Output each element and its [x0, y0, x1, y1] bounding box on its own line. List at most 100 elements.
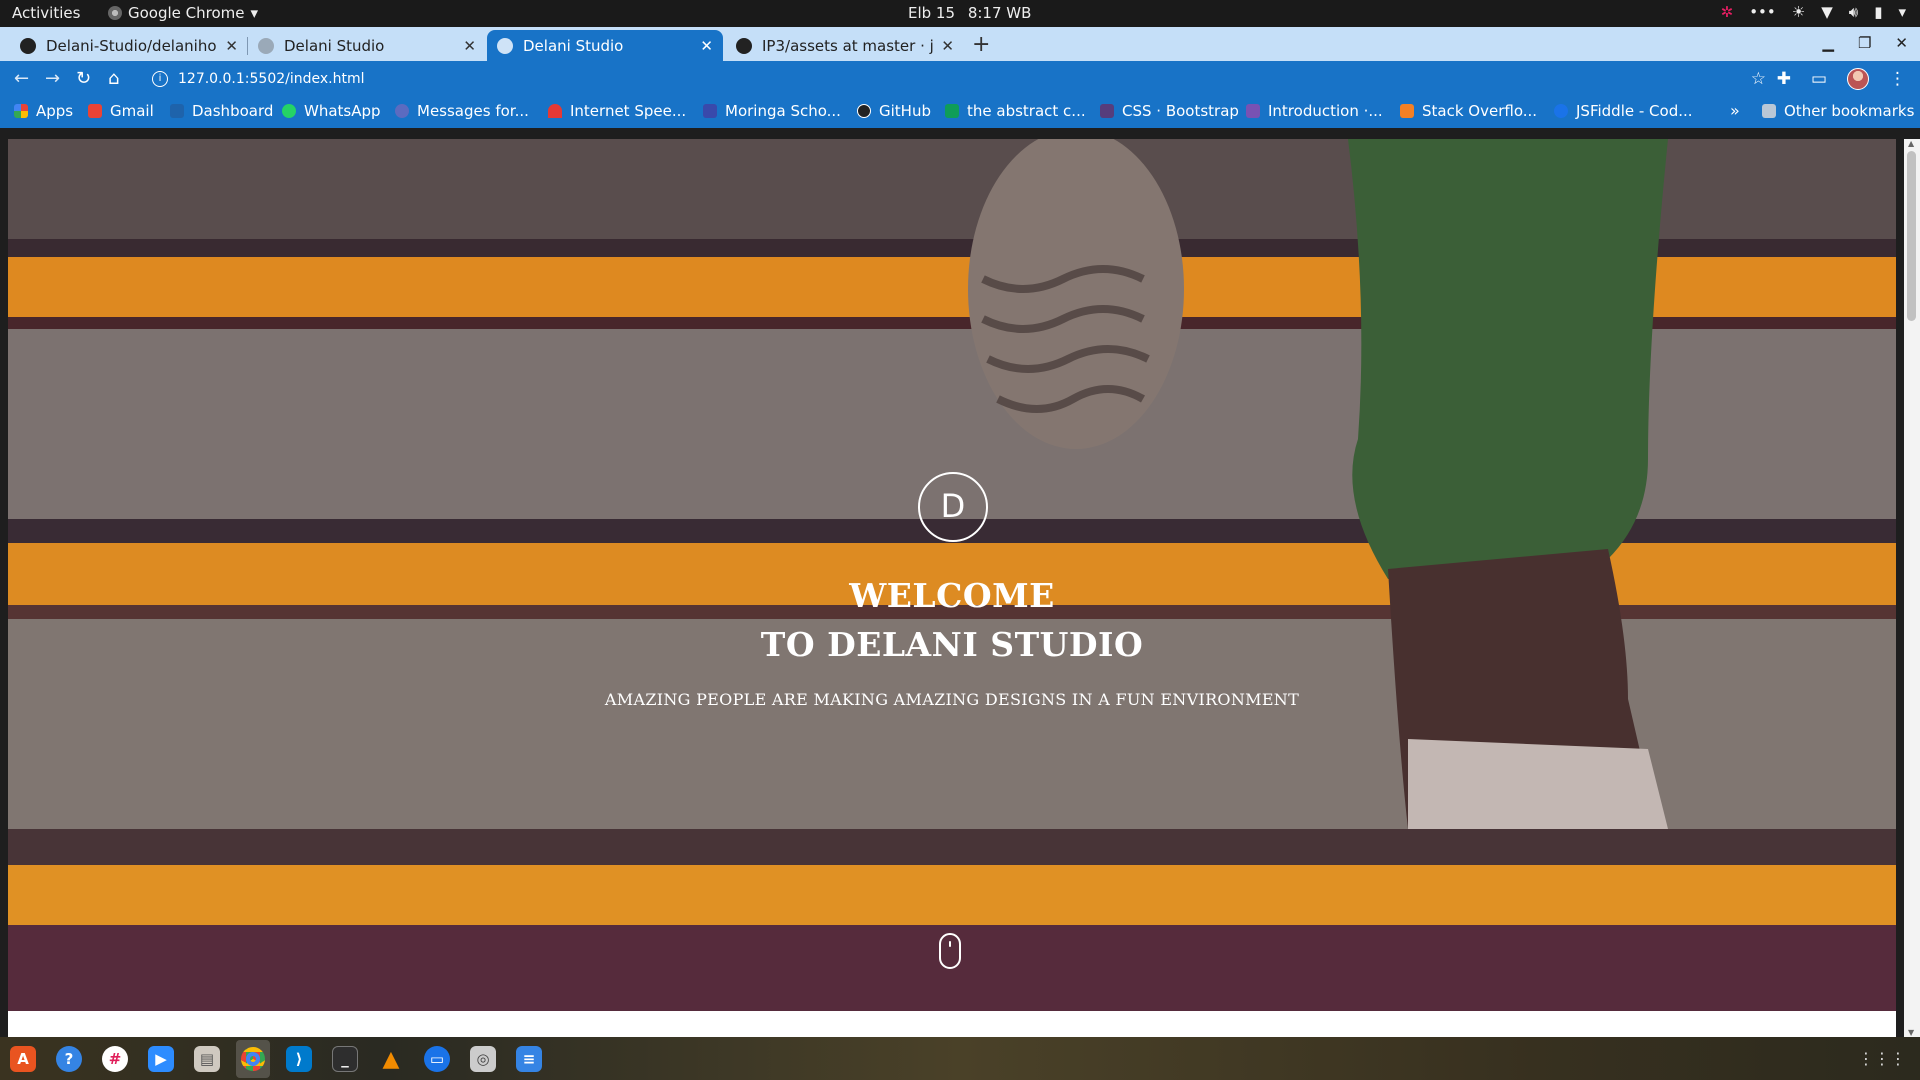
- back-icon[interactable]: ←: [14, 68, 29, 89]
- cast-icon[interactable]: ▭: [1811, 69, 1827, 89]
- close-window-icon[interactable]: ✕: [1895, 34, 1908, 52]
- close-icon[interactable]: ✕: [941, 37, 954, 55]
- other-bookmarks-label: Other bookmarks: [1784, 102, 1915, 120]
- text-editor-icon[interactable]: ≡: [516, 1046, 542, 1072]
- hero-section: D WELCOME TO DELANI STUDIO AMAZING PEOPL…: [8, 139, 1896, 1011]
- bookmark-internet-speed[interactable]: Internet Spee...: [548, 102, 686, 120]
- bookmark-dashboard[interactable]: Dashboard: [170, 102, 273, 120]
- other-bookmarks[interactable]: Other bookmarks: [1762, 102, 1914, 120]
- bookmark-label: Apps: [36, 102, 74, 120]
- logo-circle: D: [918, 472, 988, 542]
- bookmark-moringa[interactable]: Moringa Scho...: [703, 102, 841, 120]
- github-icon: [736, 37, 752, 54]
- menu-kebab-icon[interactable]: ⋮: [1889, 69, 1906, 89]
- bookmark-whatsapp[interactable]: WhatsApp: [282, 102, 381, 120]
- bookmark-label: Gmail: [110, 102, 154, 120]
- vlc-icon[interactable]: ▲: [378, 1046, 404, 1072]
- close-icon[interactable]: ✕: [225, 37, 238, 55]
- vscode-icon[interactable]: ⟩: [286, 1046, 312, 1072]
- close-icon[interactable]: ✕: [700, 37, 713, 55]
- github-icon: [857, 104, 871, 118]
- bookmark-github[interactable]: GitHub: [857, 102, 931, 120]
- bookmark-apps[interactable]: Apps: [14, 102, 73, 120]
- bookmark-introduction[interactable]: Introduction ·...: [1246, 102, 1383, 120]
- scroll-up-icon[interactable]: ▲: [1908, 139, 1914, 148]
- close-icon[interactable]: ✕: [463, 37, 476, 55]
- bookmarks-bar: Apps Gmail Dashboard WhatsApp Messages f…: [0, 96, 1920, 128]
- restore-icon[interactable]: ❐: [1858, 34, 1871, 52]
- profile-avatar[interactable]: [1847, 68, 1869, 90]
- tab-delani-repo[interactable]: Delani-Studio/delanihom ✕: [10, 30, 248, 61]
- terminal-icon[interactable]: _: [332, 1046, 358, 1072]
- more-bookmarks-icon[interactable]: »: [1730, 101, 1740, 120]
- bookmark-label: JSFiddle - Cod...: [1576, 102, 1693, 120]
- bookmark-messages[interactable]: Messages for...: [395, 102, 529, 120]
- new-tab-button[interactable]: +: [972, 32, 990, 57]
- bookmark-star-icon[interactable]: ☆: [1751, 69, 1766, 89]
- tab-delani-studio-1[interactable]: Delani Studio ✕: [248, 30, 486, 61]
- show-applications-icon[interactable]: ⋮⋮⋮: [1858, 1049, 1906, 1068]
- hero-tagline: AMAZING PEOPLE ARE MAKING AMAZING DESIGN…: [604, 690, 1300, 709]
- messages-icon: [395, 104, 409, 118]
- system-tray[interactable]: ✲ ••• ☀ ▼ 🔊︎ ▮ ▾: [1721, 3, 1906, 21]
- system-top-bar: Activities Google Chrome ▾ Elb 15 8:17 W…: [0, 0, 1920, 27]
- site-info-icon[interactable]: i: [152, 70, 168, 87]
- window-controls: ▁ ❐ ✕: [1822, 34, 1908, 52]
- ubuntu-software-icon[interactable]: A: [10, 1046, 36, 1072]
- home-icon[interactable]: ⌂: [108, 68, 119, 89]
- slack-tray-icon[interactable]: ✲: [1721, 3, 1734, 21]
- bookmark-label: Moringa Scho...: [725, 102, 841, 120]
- taskbar-dock: A ? # ▶ ▤ ⟩ _ ▲ ▭ ◎ ≡ ⋮⋮⋮: [0, 1037, 1920, 1080]
- browser-toolbar: ← → ↻ ⌂ i 127.0.0.1:5502/index.html ☆ ✚ …: [0, 61, 1920, 96]
- bookmark-label: CSS · Bootstrap: [1122, 102, 1239, 120]
- tab-ip3-assets[interactable]: IP3/assets at master · jon ✕: [726, 30, 964, 61]
- forward-icon[interactable]: →: [45, 68, 60, 89]
- chevron-down-icon: ▾: [250, 4, 259, 22]
- hero-title-line2: TO DELANI STUDIO: [760, 625, 1144, 664]
- activities-button[interactable]: Activities: [12, 4, 80, 22]
- bookmark-stackoverflow[interactable]: Stack Overflo...: [1400, 102, 1537, 120]
- bookmark-label: the abstract c...: [967, 102, 1086, 120]
- chat-icon[interactable]: ▭: [424, 1046, 450, 1072]
- bookmark-label: Dashboard: [192, 102, 274, 120]
- clock[interactable]: Elb 15 8:17 WB: [908, 4, 1031, 22]
- whatsapp-icon: [282, 104, 296, 118]
- more-icon[interactable]: •••: [1749, 3, 1776, 21]
- bookmark-abstract[interactable]: the abstract c...: [945, 102, 1086, 120]
- abstract-icon: [945, 104, 959, 118]
- bookmark-jsfiddle[interactable]: JSFiddle - Cod...: [1554, 102, 1693, 120]
- scroll-mouse-icon[interactable]: [939, 933, 961, 969]
- tab-strip: Delani-Studio/delanihom ✕ Delani Studio …: [0, 27, 1920, 61]
- bookmark-label: Introduction ·...: [1268, 102, 1383, 120]
- extensions-icon[interactable]: ✚: [1777, 69, 1791, 89]
- app-menu[interactable]: Google Chrome ▾: [108, 4, 258, 22]
- address-bar[interactable]: i 127.0.0.1:5502/index.html: [140, 64, 1770, 93]
- gmail-icon: [88, 104, 102, 118]
- bookmark-label: Messages for...: [417, 102, 529, 120]
- tab-delani-studio-active[interactable]: Delani Studio ✕: [487, 30, 723, 61]
- bookmark-css-bootstrap[interactable]: CSS · Bootstrap: [1100, 102, 1239, 120]
- bookmark-gmail[interactable]: Gmail: [88, 102, 154, 120]
- help-icon[interactable]: ?: [56, 1046, 82, 1072]
- brightness-icon: ☀: [1791, 3, 1806, 21]
- chrome-dock-icon[interactable]: [236, 1040, 270, 1078]
- chrome-icon: [108, 6, 122, 20]
- scrollbar-thumb[interactable]: [1907, 151, 1916, 321]
- system-menu-chevron-icon[interactable]: ▾: [1898, 3, 1906, 21]
- reload-icon[interactable]: ↻: [76, 68, 91, 89]
- screenshot-icon[interactable]: ◎: [470, 1046, 496, 1072]
- tab-title: IP3/assets at master · jon: [762, 36, 934, 55]
- page-below-fold: [8, 1011, 1896, 1037]
- zoom-icon[interactable]: ▶: [148, 1046, 174, 1072]
- wifi-icon: ▼: [1821, 3, 1833, 21]
- hero-title-line1: WELCOME: [849, 576, 1055, 615]
- slack-icon[interactable]: #: [102, 1046, 128, 1072]
- minimize-icon[interactable]: ▁: [1822, 34, 1834, 52]
- page-scrollbar[interactable]: ▲ ▼: [1904, 139, 1920, 1037]
- page-viewport: D WELCOME TO DELANI STUDIO AMAZING PEOPL…: [8, 139, 1896, 1011]
- speedtest-icon: [548, 104, 562, 118]
- globe-icon: [258, 37, 274, 54]
- scroll-down-icon[interactable]: ▼: [1908, 1028, 1914, 1037]
- date-label: Elb 15: [908, 4, 956, 22]
- files-icon[interactable]: ▤: [194, 1046, 220, 1072]
